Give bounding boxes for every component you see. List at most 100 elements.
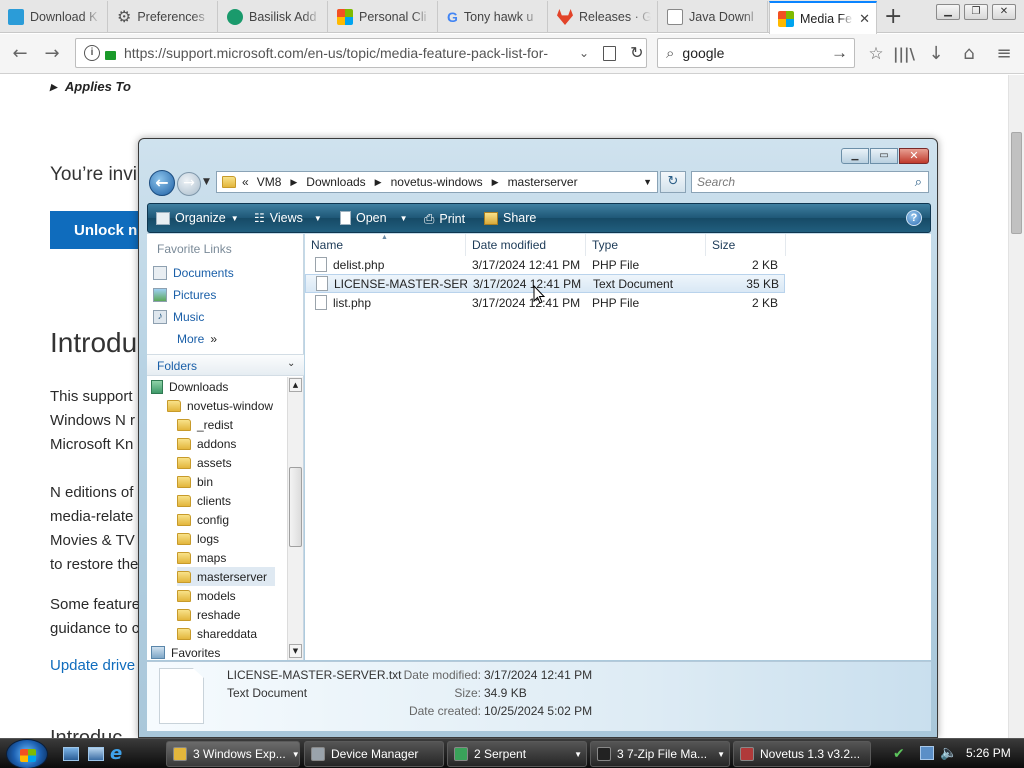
print-button[interactable]: ⎙ Print bbox=[424, 211, 465, 227]
reload-icon[interactable]: ↻ bbox=[630, 43, 643, 63]
share-button[interactable]: Share bbox=[484, 211, 536, 225]
page-scrollbar[interactable] bbox=[1008, 75, 1024, 738]
explorer-minimize-button[interactable]: ▁ bbox=[841, 148, 869, 164]
ie-icon[interactable]: e bbox=[110, 743, 122, 764]
fav-link-pictures[interactable]: Pictures bbox=[153, 288, 216, 302]
download-arrow-icon[interactable]: ↓ bbox=[924, 42, 948, 66]
tree-item[interactable]: addons bbox=[177, 434, 236, 453]
bookmark-star-icon[interactable]: ☆ bbox=[864, 42, 888, 66]
file-row[interactable]: delist.php 3/17/2024 12:41 PM PHP File 2 KB bbox=[305, 255, 785, 274]
start-button[interactable] bbox=[6, 739, 48, 768]
explorer-forward-button[interactable]: → bbox=[177, 172, 201, 196]
url-bar[interactable]: i https://support.microsoft.com/en-us/to… bbox=[75, 38, 647, 68]
explorer-back-button[interactable]: ← bbox=[149, 170, 175, 196]
tab-java[interactable]: Java Downl bbox=[659, 1, 768, 33]
explorer-maximize-button[interactable]: ▭ bbox=[870, 148, 898, 164]
tab-tony-hawk[interactable]: G Tony hawk u bbox=[439, 1, 548, 33]
tab-download[interactable]: Download K bbox=[0, 1, 108, 33]
switch-windows-icon[interactable] bbox=[88, 747, 104, 761]
tab-releases[interactable]: Releases · G bbox=[549, 1, 658, 33]
home-icon[interactable]: ⌂ bbox=[957, 42, 981, 66]
tree-item[interactable]: bin bbox=[177, 472, 213, 491]
breadcrumb-downloads[interactable]: Downloads bbox=[306, 175, 365, 189]
taskbar-button[interactable]: Device Manager bbox=[304, 741, 444, 767]
restore-button[interactable]: ❐ bbox=[964, 4, 988, 20]
update-drivers-link[interactable]: Update drive bbox=[50, 657, 135, 674]
explorer-search-input[interactable]: Search ⌕ bbox=[691, 171, 929, 193]
explorer-address-bar[interactable]: « VM8 ▶ Downloads ▶ novetus-windows ▶ maste… bbox=[216, 171, 658, 193]
tree-item[interactable]: Downloads bbox=[151, 377, 228, 396]
column-header-date[interactable]: Date modified bbox=[466, 234, 586, 256]
chevron-right-icon[interactable]: ▶ bbox=[492, 177, 499, 188]
explorer-close-button[interactable]: ✕ bbox=[899, 148, 929, 164]
new-tab-icon[interactable]: + bbox=[884, 4, 902, 29]
tree-item[interactable]: _redist bbox=[177, 415, 233, 434]
tab-basilisk[interactable]: Basilisk Add bbox=[219, 1, 328, 33]
collapse-chevron-icon[interactable]: ⌄ bbox=[287, 358, 295, 369]
views-button[interactable]: ☷ Views ▼ bbox=[254, 211, 322, 225]
breadcrumb-vm8[interactable]: VM8 bbox=[257, 175, 282, 189]
tree-item[interactable]: clients bbox=[177, 491, 231, 510]
back-arrow-icon[interactable]: ← bbox=[8, 42, 32, 66]
breadcrumb-novetus-windows[interactable]: novetus-windows bbox=[391, 175, 483, 189]
reader-view-icon[interactable] bbox=[603, 45, 617, 61]
taskbar-button[interactable]: 2 Serpent ▼ bbox=[447, 741, 587, 767]
help-icon[interactable]: ? bbox=[906, 210, 922, 226]
chevron-right-icon[interactable]: ▶ bbox=[375, 177, 382, 188]
column-header-size[interactable]: Size bbox=[706, 234, 786, 256]
recent-pages-dropdown-icon[interactable]: ▼ bbox=[203, 177, 210, 187]
forward-arrow-icon[interactable]: → bbox=[40, 42, 64, 66]
address-dropdown-icon[interactable]: ▼ bbox=[643, 177, 652, 187]
url-dropdown-icon[interactable]: ⌄ bbox=[579, 46, 589, 60]
tree-item[interactable]: models bbox=[177, 586, 236, 605]
breadcrumb-overflow[interactable]: « bbox=[242, 175, 249, 189]
scroll-down-arrow-icon[interactable]: ▼ bbox=[289, 644, 302, 658]
clock[interactable]: 5:26 PM bbox=[966, 746, 1011, 760]
more-link[interactable]: More » bbox=[177, 332, 217, 346]
tray-volume-icon[interactable]: 🔈 bbox=[940, 745, 957, 761]
tree-scrollbar-thumb[interactable] bbox=[289, 467, 302, 547]
applies-to-toggle[interactable]: ▶ Applies To bbox=[50, 79, 131, 94]
unlock-button[interactable]: Unlock n bbox=[50, 211, 150, 249]
fav-link-documents[interactable]: Documents bbox=[153, 266, 234, 280]
tab-personal[interactable]: Personal Cli bbox=[329, 1, 438, 33]
tree-item[interactable]: assets bbox=[177, 453, 232, 472]
scrollbar-thumb[interactable] bbox=[1011, 132, 1022, 234]
breadcrumb-masterserver[interactable]: masterserver bbox=[508, 175, 578, 189]
column-header-name[interactable]: Name ▲ bbox=[305, 234, 466, 256]
tree-item[interactable]: config bbox=[177, 510, 229, 529]
tree-item[interactable]: Favorites bbox=[151, 643, 220, 660]
open-button[interactable]: Open ▼ bbox=[340, 211, 408, 225]
taskbar-button[interactable]: 3 7-Zip File Ma... ▼ bbox=[590, 741, 730, 767]
tree-item[interactable]: masterserver bbox=[177, 567, 275, 586]
fav-link-music[interactable]: ♪ Music bbox=[153, 310, 204, 324]
close-window-button[interactable]: ✕ bbox=[992, 4, 1016, 20]
organize-button[interactable]: Organize ▼ bbox=[156, 211, 239, 225]
taskbar-button[interactable]: Novetus 1.3 v3.2... bbox=[733, 741, 871, 767]
search-icon[interactable]: ⌕ bbox=[915, 174, 922, 190]
tree-item[interactable]: maps bbox=[177, 548, 226, 567]
folders-header[interactable]: Folders ⌄ bbox=[147, 354, 304, 376]
tab-preferences[interactable]: ⚙ Preferences bbox=[109, 1, 218, 33]
scroll-up-arrow-icon[interactable]: ▲ bbox=[289, 378, 302, 392]
column-header-type[interactable]: Type bbox=[586, 234, 706, 256]
info-icon[interactable]: i bbox=[84, 45, 100, 61]
hamburger-menu-icon[interactable]: ≡ bbox=[992, 42, 1016, 66]
tree-item[interactable]: shareddata bbox=[177, 624, 257, 643]
chevron-right-icon[interactable]: ▶ bbox=[290, 177, 297, 188]
tray-network-icon[interactable] bbox=[920, 746, 934, 760]
minimize-button[interactable]: ▁ bbox=[936, 4, 960, 20]
close-tab-icon[interactable]: ✕ bbox=[859, 11, 870, 27]
search-go-arrow-icon[interactable]: → bbox=[831, 43, 848, 63]
refresh-icon[interactable]: ↻ bbox=[660, 171, 686, 193]
tree-item[interactable]: logs bbox=[177, 529, 219, 548]
tree-scrollbar[interactable]: ▲ ▼ bbox=[287, 377, 303, 660]
tab-media-feature[interactable]: Media Fe ✕ bbox=[769, 1, 877, 34]
tray-shield-icon[interactable]: ✔ bbox=[893, 746, 905, 762]
library-icon[interactable]: |||\ bbox=[892, 42, 916, 66]
tree-item[interactable]: reshade bbox=[177, 605, 240, 624]
search-bar[interactable]: ⌕ google → bbox=[657, 38, 855, 68]
show-desktop-icon[interactable] bbox=[63, 747, 79, 761]
tree-item[interactable]: novetus-window bbox=[167, 396, 273, 415]
taskbar-button[interactable]: 3 Windows Exp... ▼ bbox=[166, 741, 300, 767]
